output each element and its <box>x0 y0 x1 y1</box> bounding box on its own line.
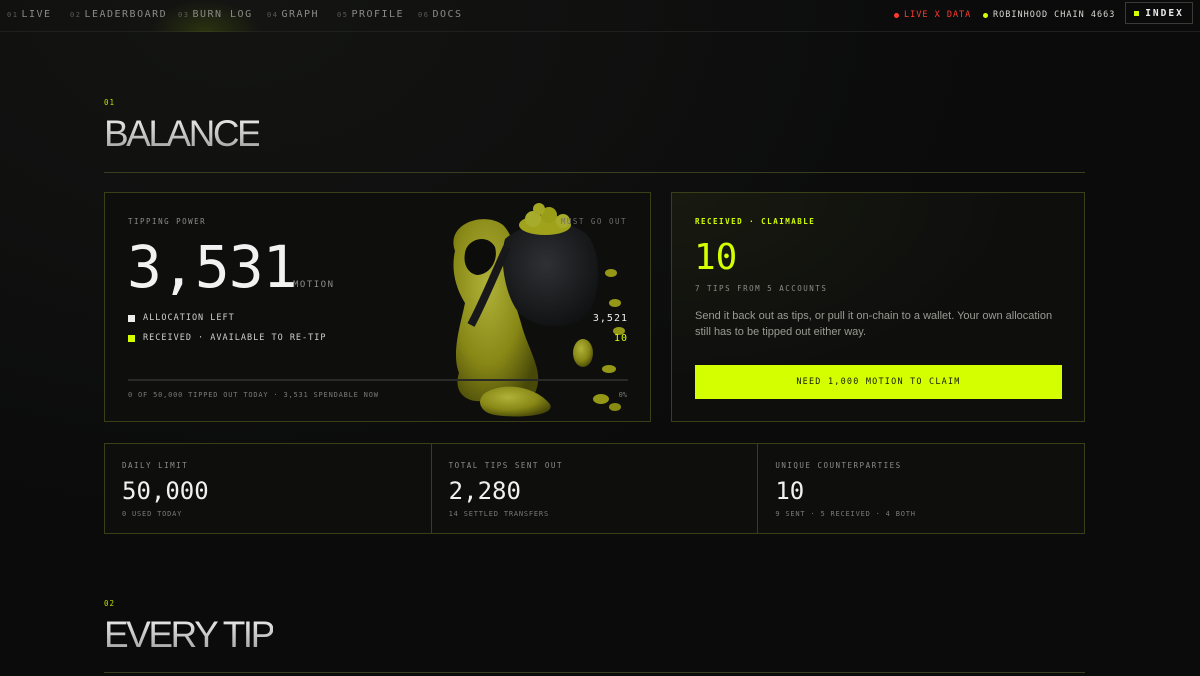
nav-label: BURN LOG <box>192 9 253 20</box>
nav-label: DOCS <box>432 9 463 20</box>
received-row: RECEIVED · AVAILABLE TO RE-TIP 10 <box>128 332 628 344</box>
nav-item-burn-log[interactable]: 03 BURN LOG <box>178 9 253 20</box>
nav-num: 04 <box>267 11 279 19</box>
tipping-power-label: TIPPING POWER <box>128 217 207 226</box>
tipping-power-unit: MOTION <box>293 280 335 290</box>
index-button-label: INDEX <box>1145 7 1184 19</box>
stats-row: DAILY LIMIT 50,000 0 USED TODAY TOTAL TI… <box>104 443 1085 534</box>
stat-value: 2,280 <box>448 477 521 505</box>
claimable-value: 10 <box>694 237 738 278</box>
row-label: ALLOCATION LEFT <box>143 313 235 323</box>
tipped-out-progress-bar <box>128 379 628 381</box>
chain-dot-icon <box>983 12 988 18</box>
chain-status-label: ROBINHOOD CHAIN 4663 <box>993 10 1116 20</box>
allocation-left-row: ALLOCATION LEFT 3,521 <box>128 312 628 324</box>
section-number: 01 <box>104 98 116 107</box>
stat-subtext: 9 SENT · 5 RECEIVED · 4 BOTH <box>775 510 916 518</box>
stat-daily-limit: DAILY LIMIT 50,000 0 USED TODAY <box>105 444 432 533</box>
stat-label: UNIQUE COUNTERPARTIES <box>775 461 902 470</box>
section-title-balance: BALANCE <box>104 113 262 154</box>
live-status-label: LIVE X DATA <box>904 10 972 20</box>
row-value: 3,521 <box>592 312 628 324</box>
nav-num: 06 <box>418 11 430 19</box>
claimable-description: Send it back out as tips, or pull it on-… <box>695 310 1053 338</box>
stat-unique-counterparties: UNIQUE COUNTERPARTIES 10 9 SENT · 5 RECE… <box>758 444 1084 533</box>
stat-total-tips-sent: TOTAL TIPS SENT OUT 2,280 14 SETTLED TRA… <box>432 444 759 533</box>
must-go-out-tag: MUST GO OUT <box>560 217 627 226</box>
stat-subtext: 0 USED TODAY <box>122 510 183 518</box>
nav-label: PROFILE <box>351 9 405 20</box>
top-nav: 01 LIVE 02 LEADERBOARD 03 BURN LOG 04 GR… <box>0 0 1200 32</box>
nav-num: 02 <box>70 11 82 19</box>
nav-label: LIVE <box>21 9 52 20</box>
tipping-power-value: 3,531 <box>127 233 298 301</box>
stat-subtext: 14 SETTLED TRANSFERS <box>448 510 549 518</box>
tipping-power-card: TIPPING POWER MUST GO OUT 3,531 MOTION A… <box>104 192 651 422</box>
white-swatch-icon <box>128 314 135 322</box>
nav-label: LEADERBOARD <box>84 9 168 20</box>
nav-item-graph[interactable]: 04 GRAPH <box>267 9 319 20</box>
live-dot-icon <box>894 12 899 18</box>
claim-button[interactable]: NEED 1,000 MOTION TO CLAIM <box>695 365 1062 399</box>
row-label: RECEIVED · AVAILABLE TO RE-TIP <box>143 333 327 343</box>
nav-label: GRAPH <box>281 9 320 20</box>
nav-num: 03 <box>178 11 190 19</box>
progress-percent: 0% <box>618 391 627 399</box>
nav-item-leaderboard[interactable]: 02 LEADERBOARD <box>70 9 167 20</box>
section-number: 02 <box>104 599 116 608</box>
stat-label: TOTAL TIPS SENT OUT <box>448 461 563 470</box>
square-icon <box>1134 10 1140 16</box>
index-button[interactable]: INDEX <box>1125 2 1193 24</box>
nav-num: 01 <box>7 11 19 19</box>
stat-value: 10 <box>775 477 805 505</box>
stat-value: 50,000 <box>122 477 209 505</box>
lime-swatch-icon <box>128 334 135 342</box>
row-value: 10 <box>613 332 628 344</box>
stat-label: DAILY LIMIT <box>122 461 189 470</box>
claimable-card: RECEIVED · CLAIMABLE 10 7 TIPS FROM 5 AC… <box>671 192 1085 422</box>
nav-item-live[interactable]: 01 LIVE <box>7 9 52 20</box>
claimable-subtext: 7 TIPS FROM 5 ACCOUNTS <box>695 284 828 293</box>
nav-item-profile[interactable]: 05 PROFILE <box>337 9 404 20</box>
live-status: LIVE X DATA <box>894 10 971 20</box>
nav-item-docs[interactable]: 06 DOCS <box>418 9 463 20</box>
progress-footer: 0 OF 50,000 TIPPED OUT TODAY · 3,531 SPE… <box>128 391 379 399</box>
section-title-every-tip: EVERY TIP <box>104 614 275 655</box>
claimable-label: RECEIVED · CLAIMABLE <box>695 217 816 226</box>
chain-status: ROBINHOOD CHAIN 4663 <box>983 10 1115 20</box>
section-divider <box>104 672 1085 673</box>
section-divider <box>104 172 1085 173</box>
nav-num: 05 <box>337 11 349 19</box>
